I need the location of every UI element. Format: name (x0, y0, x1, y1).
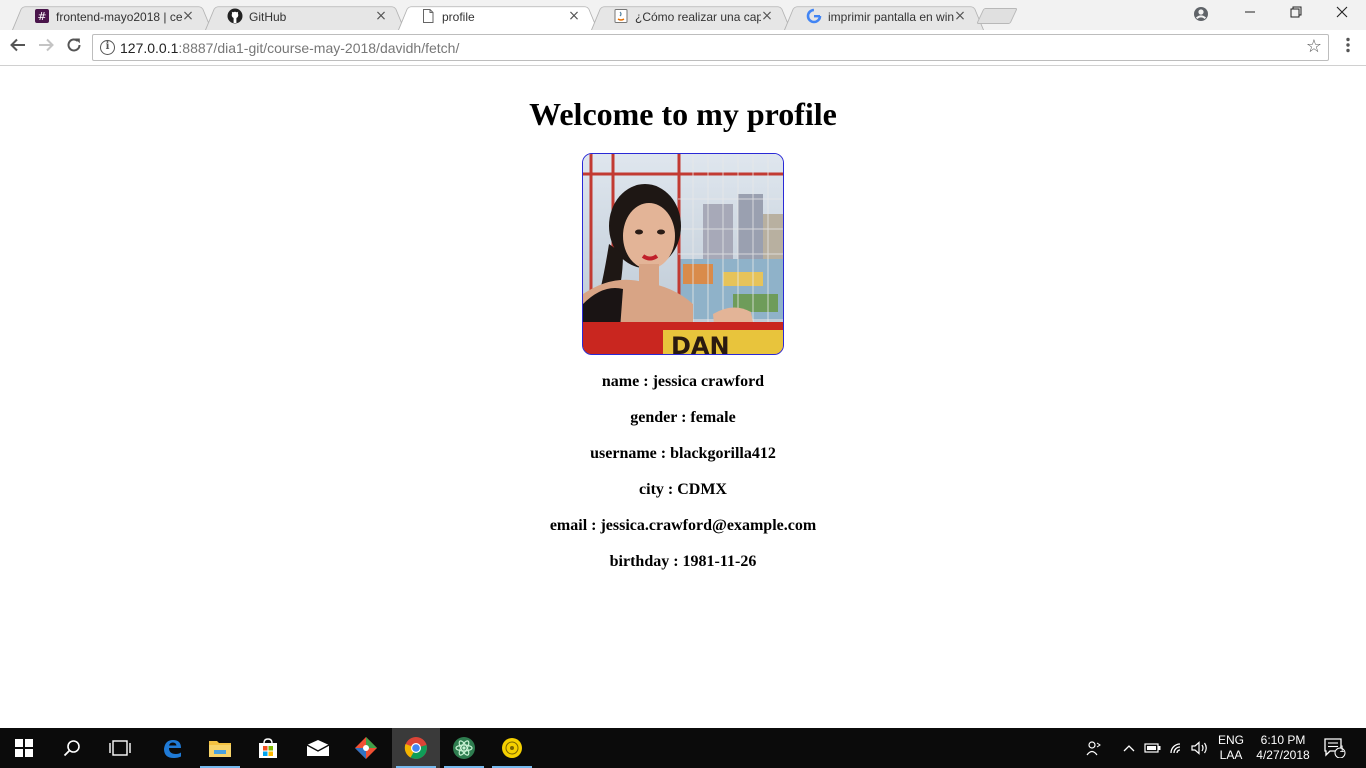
chrome-icon[interactable] (392, 728, 440, 768)
close-icon[interactable]: × (566, 8, 582, 24)
tab-como-realizar-captura[interactable]: ¿Cómo realizar una captu × (591, 3, 791, 31)
java-icon (613, 8, 629, 24)
profile-photo: DAN (582, 153, 784, 355)
atom-icon[interactable] (440, 728, 488, 768)
browser-menu-icon[interactable] (1338, 36, 1358, 60)
tab-github[interactable]: GitHub × (205, 3, 405, 31)
search-icon[interactable] (48, 728, 96, 768)
url-path: :8887/dia1-git/course-may-2018/davidh/fe… (178, 40, 460, 56)
volume-icon[interactable] (1190, 728, 1210, 768)
page-title: Welcome to my profile (529, 96, 837, 132)
field-email: email : jessica.crawford@example.com (549, 517, 817, 534)
tab-frontend-mayo2018[interactable]: # frontend-mayo2018 | cer × (12, 3, 212, 31)
tab-imprimir-pantalla[interactable]: imprimir pantalla en wind × (784, 3, 984, 31)
tab-title: GitHub (249, 10, 287, 24)
close-icon[interactable]: × (759, 8, 775, 24)
field-city: city : CDMX (639, 481, 727, 498)
store-icon[interactable] (244, 728, 292, 768)
file-explorer-icon[interactable] (196, 728, 244, 768)
wifi-icon[interactable] (1168, 728, 1188, 768)
language-code: ENG (1217, 733, 1244, 747)
close-icon[interactable]: × (180, 8, 196, 24)
chevron-up-icon[interactable] (1120, 728, 1138, 768)
url-text: 127.0.0.1:8887/dia1-git/course-may-2018/… (120, 39, 459, 57)
minimize-button[interactable] (1227, 0, 1273, 30)
clock[interactable]: 6:10 PM 4/27/2018 (1252, 733, 1314, 763)
address-bar[interactable]: i 127.0.0.1:8887/dia1-git/course-may-201… (92, 34, 1329, 61)
git-kraken-icon[interactable] (342, 728, 390, 768)
notification-count: 1 (1339, 744, 1345, 754)
clock-time: 6:10 PM (1260, 733, 1306, 747)
tab-title: profile (442, 10, 475, 24)
url-host: 127.0.0.1 (120, 40, 179, 56)
reload-icon (67, 38, 81, 52)
close-window-button[interactable] (1319, 0, 1365, 30)
reload-button[interactable] (62, 36, 86, 60)
tab-profile[interactable]: profile × (398, 3, 598, 31)
field-birthday: birthday : 1981-11-26 (609, 553, 757, 570)
keyboard-layout: LAA (1219, 748, 1243, 762)
back-button[interactable] (6, 36, 30, 60)
new-tab-button[interactable] (976, 8, 1018, 24)
mail-icon[interactable] (294, 728, 342, 768)
forward-button[interactable] (34, 36, 58, 60)
slack-hash-icon: # (34, 8, 50, 24)
arrow-right-icon (39, 38, 54, 52)
task-view-icon[interactable] (96, 728, 144, 768)
tab-title: imprimir pantalla en wind (828, 10, 954, 24)
info-icon[interactable]: i (100, 40, 115, 55)
field-name: name : jessica crawford (601, 373, 765, 390)
close-icon[interactable]: × (373, 8, 389, 24)
start-icon[interactable] (0, 728, 48, 768)
yellow-app-icon[interactable] (488, 728, 536, 768)
github-icon (227, 8, 243, 24)
user-profile-icon[interactable] (1192, 5, 1210, 23)
google-icon (806, 8, 822, 24)
people-icon[interactable] (1084, 728, 1104, 768)
svg-text:#: # (37, 10, 46, 23)
document-icon (420, 8, 436, 24)
profile-fields: name : jessica crawford gender : female … (0, 373, 1366, 589)
tab-title: frontend-mayo2018 | cer (56, 10, 182, 24)
profile-page: Welcome to my profile DAN name: jessica… (0, 67, 1366, 728)
browser-toolbar: i 127.0.0.1:8887/dia1-git/course-may-201… (0, 30, 1366, 66)
arrow-left-icon (10, 38, 25, 52)
svg-text:DAN: DAN (671, 332, 730, 355)
action-center-icon[interactable]: 1 (1322, 728, 1348, 768)
tab-strip: # frontend-mayo2018 | cer × GitHub × pro… (0, 0, 1366, 31)
field-username: username : blackgorilla412 (590, 445, 776, 462)
battery-icon[interactable] (1143, 728, 1163, 768)
clock-date: 4/27/2018 (1256, 748, 1310, 762)
tab-title: ¿Cómo realizar una captu (635, 10, 761, 24)
windows-taskbar: ENG LAA 6:10 PM 4/27/2018 1 (0, 728, 1366, 768)
restore-button[interactable] (1273, 0, 1319, 30)
field-gender: gender : female (630, 409, 736, 426)
close-icon[interactable]: × (952, 8, 968, 24)
edge-icon[interactable] (148, 728, 196, 768)
bookmark-star-icon[interactable]: ☆ (1306, 37, 1322, 57)
input-language[interactable]: ENG LAA (1213, 733, 1249, 763)
